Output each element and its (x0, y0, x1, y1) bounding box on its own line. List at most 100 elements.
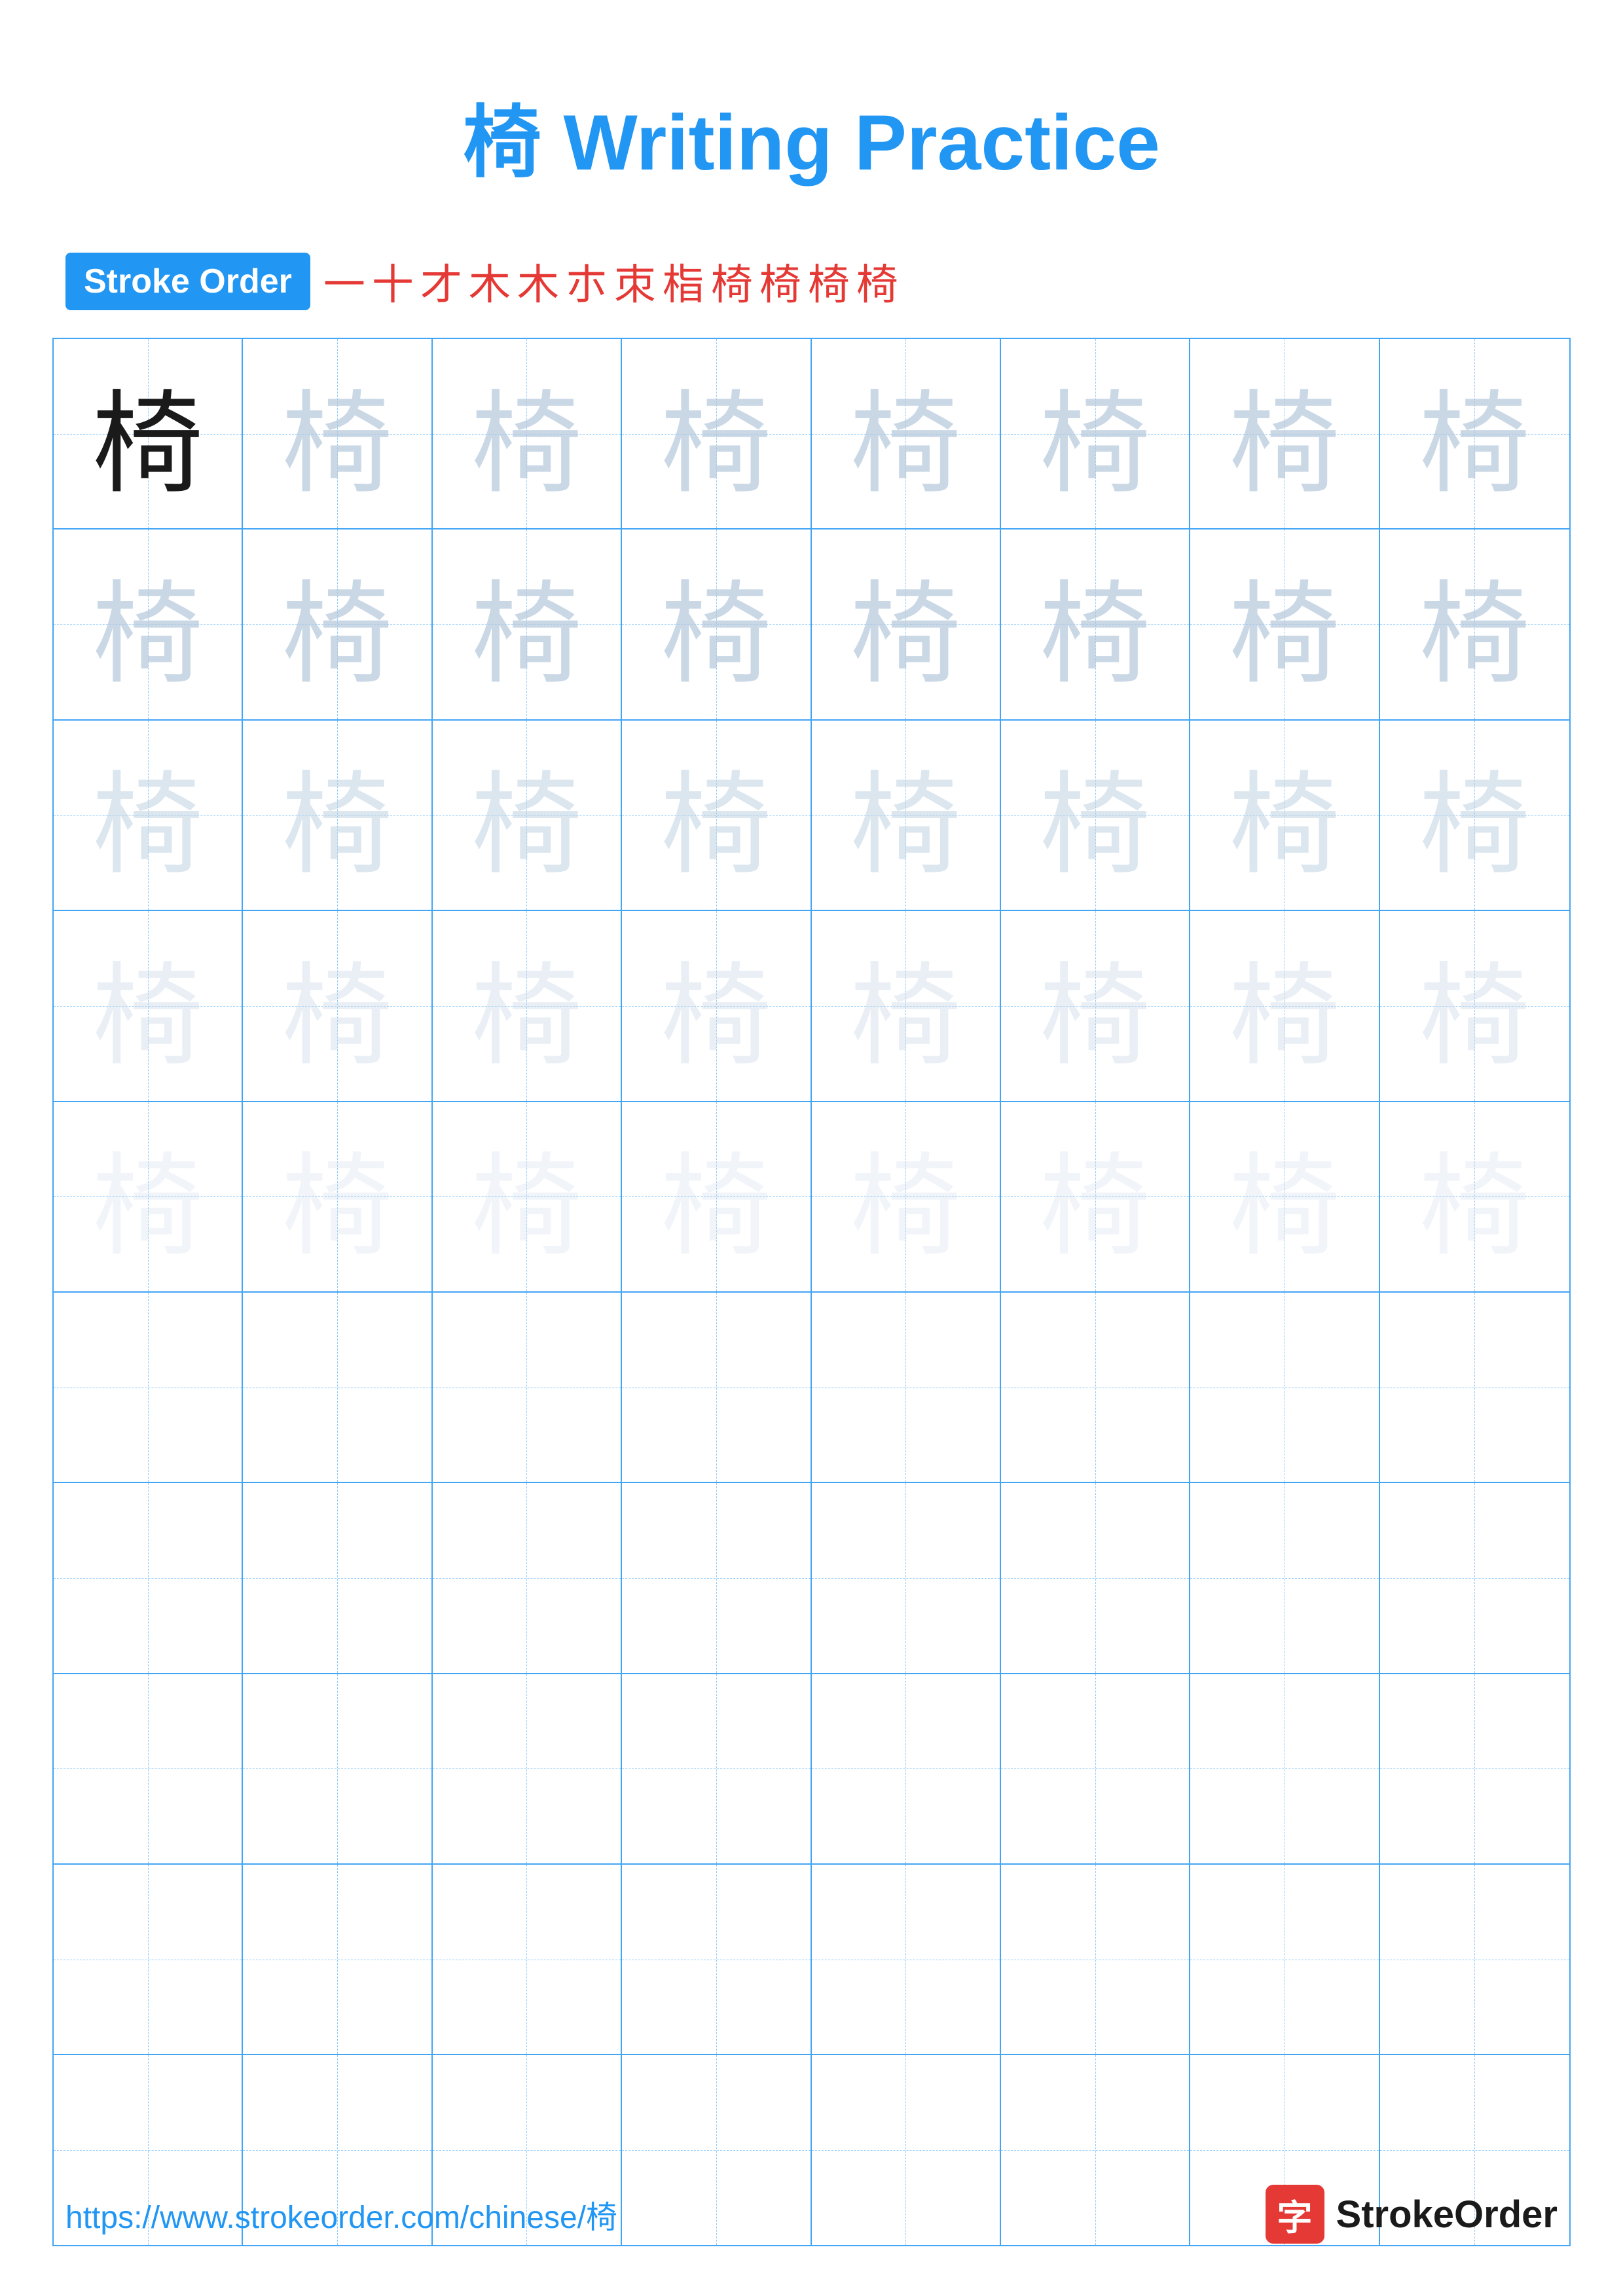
cell-3-4[interactable]: 椅 (622, 721, 811, 910)
cell-7-3[interactable] (433, 1483, 622, 1672)
cell-1-6[interactable]: 椅 (1001, 339, 1190, 528)
grid-row-9 (54, 1865, 1569, 2055)
cell-2-1[interactable]: 椅 (54, 529, 243, 719)
cell-1-1[interactable]: 椅 (54, 339, 243, 528)
cell-4-6[interactable]: 椅 (1001, 911, 1190, 1100)
cell-4-2[interactable]: 椅 (243, 911, 432, 1100)
cell-1-5[interactable]: 椅 (812, 339, 1001, 528)
stroke-9: 椅 (711, 251, 753, 312)
cell-4-8[interactable]: 椅 (1380, 911, 1569, 1100)
stroke-7: 朿 (614, 251, 656, 312)
cell-6-2[interactable] (243, 1293, 432, 1482)
cell-1-7[interactable]: 椅 (1190, 339, 1379, 528)
cell-7-5[interactable] (812, 1483, 1001, 1672)
stroke-11: 椅 (808, 251, 850, 312)
cell-2-2[interactable]: 椅 (243, 529, 432, 719)
page-title: 椅 Writing Practice (0, 0, 1623, 232)
cell-7-6[interactable] (1001, 1483, 1190, 1672)
footer-logo: 字 StrokeOrder (1266, 2185, 1558, 2244)
cell-4-4[interactable]: 椅 (622, 911, 811, 1100)
cell-4-1[interactable]: 椅 (54, 911, 243, 1100)
stroke-3: 才 (420, 251, 462, 312)
cell-2-5[interactable]: 椅 (812, 529, 1001, 719)
stroke-5: 木 (517, 251, 559, 312)
cell-4-3[interactable]: 椅 (433, 911, 622, 1100)
footer-url[interactable]: https://www.strokeorder.com/chinese/椅 (65, 2191, 617, 2237)
cell-8-2[interactable] (243, 1674, 432, 1863)
cell-2-7[interactable]: 椅 (1190, 529, 1379, 719)
cell-9-5[interactable] (812, 1865, 1001, 2054)
cell-6-3[interactable] (433, 1293, 622, 1482)
cell-3-1[interactable]: 椅 (54, 721, 243, 910)
stroke-order-row: Stroke Order 一 十 才 木 木 朩 朿 栺 椅 椅 椅 椅 (0, 232, 1623, 338)
cell-1-4[interactable]: 椅 (622, 339, 811, 528)
stroke-2: 十 (372, 251, 414, 312)
cell-6-8[interactable] (1380, 1293, 1569, 1482)
cell-1-8[interactable]: 椅 (1380, 339, 1569, 528)
cell-8-1[interactable] (54, 1674, 243, 1863)
cell-9-1[interactable] (54, 1865, 243, 2054)
cell-5-5[interactable]: 椅 (812, 1102, 1001, 1291)
cell-2-8[interactable]: 椅 (1380, 529, 1569, 719)
cell-1-3[interactable]: 椅 (433, 339, 622, 528)
cell-8-7[interactable] (1190, 1674, 1379, 1863)
grid-row-3: 椅 椅 椅 椅 椅 椅 椅 椅 (54, 721, 1569, 911)
cell-6-7[interactable] (1190, 1293, 1379, 1482)
grid-row-6 (54, 1293, 1569, 1483)
cell-3-2[interactable]: 椅 (243, 721, 432, 910)
cell-3-6[interactable]: 椅 (1001, 721, 1190, 910)
cell-9-7[interactable] (1190, 1865, 1379, 2054)
stroke-6: 朩 (566, 251, 608, 312)
cell-5-8[interactable]: 椅 (1380, 1102, 1569, 1291)
cell-9-4[interactable] (622, 1865, 811, 2054)
cell-3-5[interactable]: 椅 (812, 721, 1001, 910)
cell-7-4[interactable] (622, 1483, 811, 1672)
cell-5-7[interactable]: 椅 (1190, 1102, 1379, 1291)
cell-8-8[interactable] (1380, 1674, 1569, 1863)
cell-7-1[interactable] (54, 1483, 243, 1672)
cell-2-6[interactable]: 椅 (1001, 529, 1190, 719)
stroke-1: 一 (323, 251, 365, 312)
grid-row-4: 椅 椅 椅 椅 椅 椅 椅 椅 (54, 911, 1569, 1102)
cell-5-2[interactable]: 椅 (243, 1102, 432, 1291)
cell-6-6[interactable] (1001, 1293, 1190, 1482)
cell-4-5[interactable]: 椅 (812, 911, 1001, 1100)
cell-4-7[interactable]: 椅 (1190, 911, 1379, 1100)
cell-8-6[interactable] (1001, 1674, 1190, 1863)
grid-row-5: 椅 椅 椅 椅 椅 椅 椅 椅 (54, 1102, 1569, 1293)
cell-1-2[interactable]: 椅 (243, 339, 432, 528)
stroke-sequence: 一 十 才 木 木 朩 朿 栺 椅 椅 椅 椅 (323, 251, 898, 312)
grid-row-2: 椅 椅 椅 椅 椅 椅 椅 椅 (54, 529, 1569, 720)
cell-9-2[interactable] (243, 1865, 432, 2054)
cell-2-3[interactable]: 椅 (433, 529, 622, 719)
cell-7-8[interactable] (1380, 1483, 1569, 1672)
cell-3-7[interactable]: 椅 (1190, 721, 1379, 910)
cell-7-2[interactable] (243, 1483, 432, 1672)
cell-9-3[interactable] (433, 1865, 622, 2054)
grid-row-1: 椅 椅 椅 椅 椅 椅 椅 椅 (54, 339, 1569, 529)
cell-8-4[interactable] (622, 1674, 811, 1863)
stroke-4: 木 (469, 251, 511, 312)
cell-6-4[interactable] (622, 1293, 811, 1482)
cell-2-4[interactable]: 椅 (622, 529, 811, 719)
cell-3-8[interactable]: 椅 (1380, 721, 1569, 910)
logo-icon: 字 (1266, 2185, 1324, 2244)
cell-6-1[interactable] (54, 1293, 243, 1482)
cell-8-5[interactable] (812, 1674, 1001, 1863)
logo-text: StrokeOrder (1336, 2193, 1558, 2236)
cell-5-3[interactable]: 椅 (433, 1102, 622, 1291)
stroke-order-badge: Stroke Order (65, 253, 310, 310)
cell-7-7[interactable] (1190, 1483, 1379, 1672)
stroke-12: 椅 (856, 251, 898, 312)
cell-5-4[interactable]: 椅 (622, 1102, 811, 1291)
stroke-8: 栺 (663, 251, 704, 312)
cell-3-3[interactable]: 椅 (433, 721, 622, 910)
cell-9-6[interactable] (1001, 1865, 1190, 2054)
grid-row-8 (54, 1674, 1569, 1865)
cell-8-3[interactable] (433, 1674, 622, 1863)
cell-6-5[interactable] (812, 1293, 1001, 1482)
cell-5-1[interactable]: 椅 (54, 1102, 243, 1291)
cell-9-8[interactable] (1380, 1865, 1569, 2054)
cell-5-6[interactable]: 椅 (1001, 1102, 1190, 1291)
footer: https://www.strokeorder.com/chinese/椅 字 … (0, 2185, 1623, 2244)
